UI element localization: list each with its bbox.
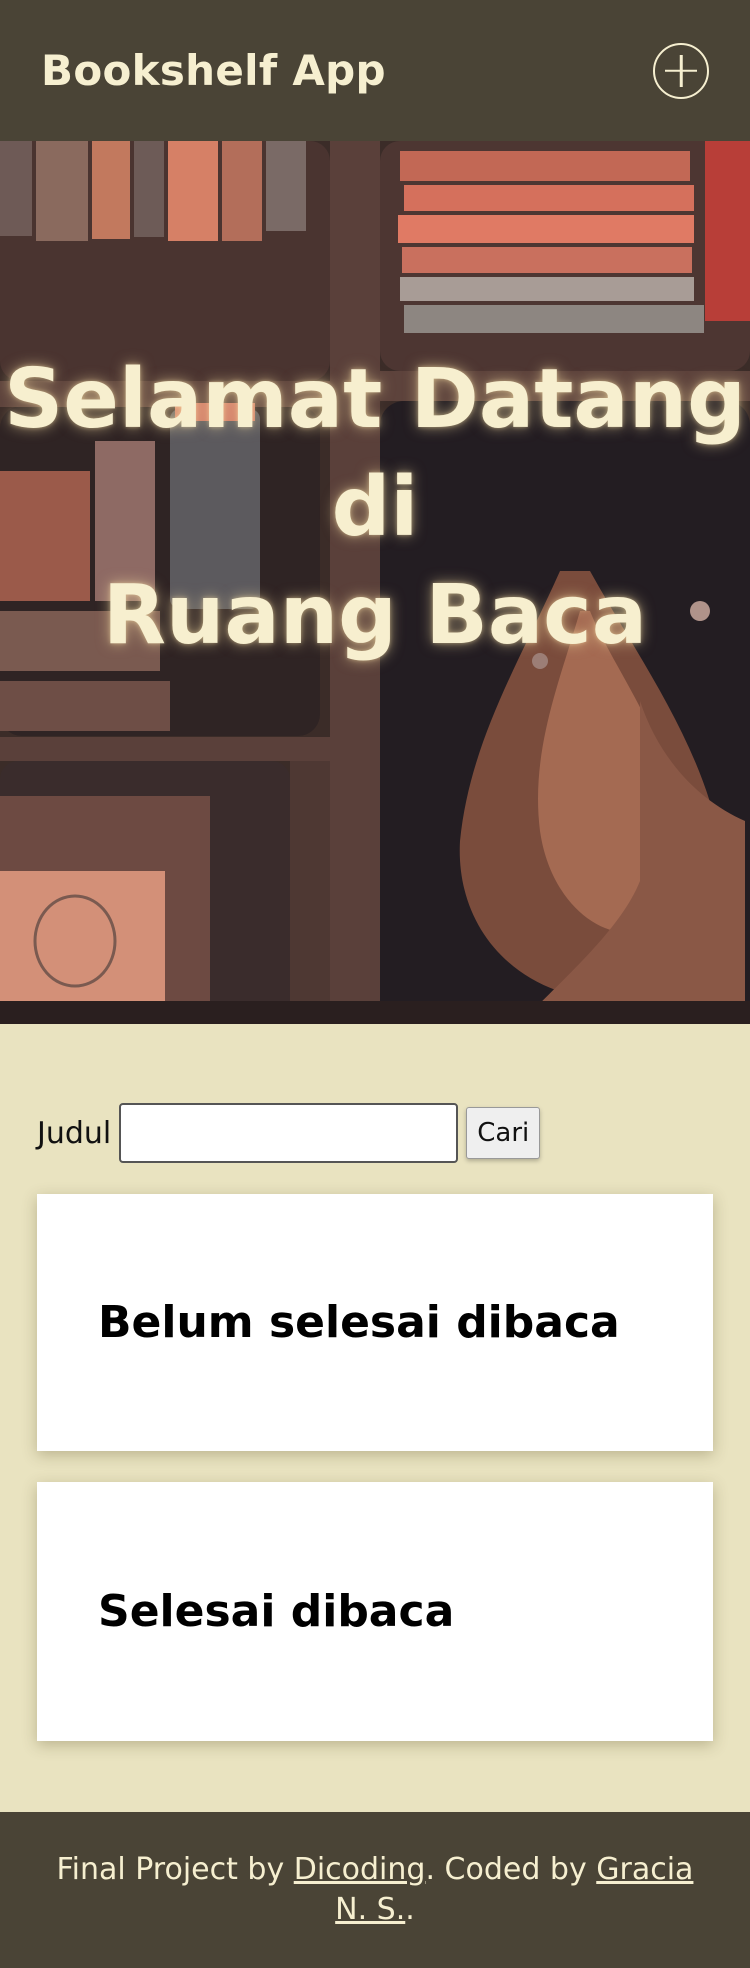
read-shelf: Selesai dibaca [37,1482,713,1741]
hero-heading: Selamat Datang di Ruang Baca [0,141,750,1024]
app-header: Bookshelf App [0,0,750,141]
dicoding-link[interactable]: Dicoding [294,1852,426,1887]
hero-line-1: Selamat Datang [4,351,746,447]
add-book-button[interactable] [653,42,709,99]
search-input[interactable] [119,1103,459,1163]
footer-credit: Final Project by Dicoding. Coded by Grac… [40,1850,710,1930]
hero-line-3: Ruang Baca [102,567,648,663]
footer-suffix: . [405,1892,415,1927]
hero-line-2: di [331,459,419,555]
search-label: Judul [37,1115,112,1151]
unread-shelf-title: Belum selesai dibaca [98,1297,620,1348]
footer-prefix: Final Project by [56,1852,294,1887]
search-form: Judul Cari [37,1103,541,1163]
read-shelf-title: Selesai dibaca [98,1586,455,1637]
footer-middle: . Coded by [425,1852,597,1887]
unread-shelf: Belum selesai dibaca [37,1194,713,1451]
page-footer: Final Project by Dicoding. Coded by Grac… [0,1812,750,1968]
brand-title: Bookshelf App [41,46,386,95]
hero-banner: Selamat Datang di Ruang Baca [0,141,750,1024]
search-button[interactable]: Cari [466,1107,541,1159]
